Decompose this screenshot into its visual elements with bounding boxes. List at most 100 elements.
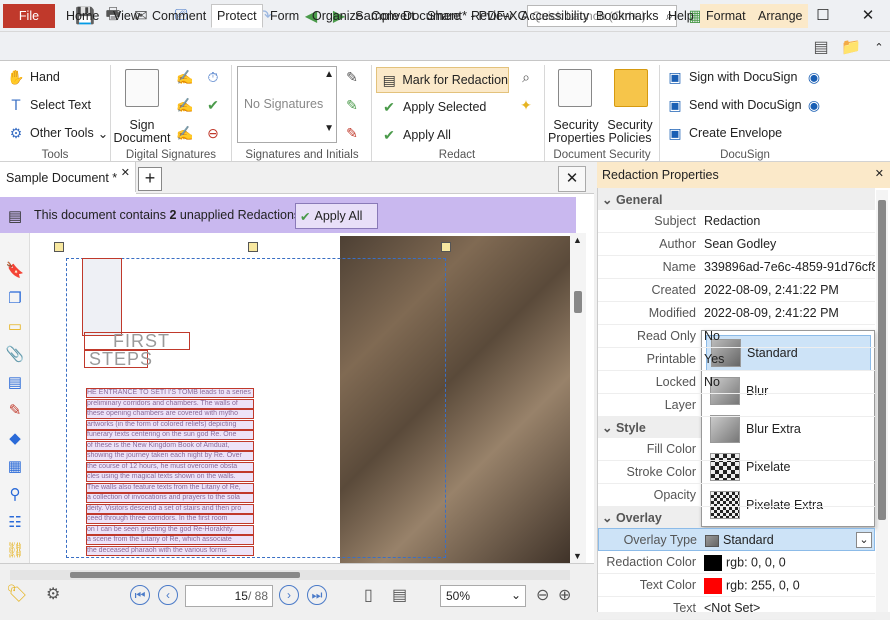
signature-place-icon[interactable]: ✎ <box>342 95 362 115</box>
body-line-redaction[interactable]: ceed through three corridors. In the fir… <box>86 514 254 524</box>
heading-redaction-1[interactable]: FIRST <box>84 332 190 350</box>
tab-convert[interactable]: Convert <box>365 4 421 28</box>
shield-icon[interactable] <box>614 69 648 107</box>
body-line-redaction[interactable]: the deceased pharaoh with the various fo… <box>86 545 254 556</box>
property-row[interactable]: Fill Color <box>598 438 875 461</box>
ribbon-folder-icon[interactable]: 📁 <box>840 36 862 58</box>
close-panel-icon[interactable]: ✕ <box>875 167 884 180</box>
docusign-refresh-icon[interactable]: ◉ <box>804 95 824 115</box>
property-value[interactable]: 2022-08-09, 2:41:22 PM <box>700 279 875 301</box>
property-value[interactable]: Yes <box>700 348 875 370</box>
body-line-redaction[interactable]: a collection of invocations and prayers … <box>86 493 254 503</box>
property-row[interactable]: Redaction Color rgb: 0, 0, 0 <box>598 551 875 574</box>
continuous-icon[interactable]: ▤ <box>392 585 407 605</box>
property-row[interactable]: Text Color rgb: 255, 0, 0 <box>598 574 875 597</box>
zoom-out-icon[interactable]: ⊖ <box>536 585 549 605</box>
content-icon[interactable]: ▤ <box>5 373 25 393</box>
tag-icon[interactable]: 🏷 <box>6 584 28 604</box>
hand-button[interactable]: ✋ Hand <box>6 67 60 87</box>
section-general[interactable]: ⌄ General <box>598 188 875 210</box>
tab-comment[interactable]: Comment <box>146 4 212 28</box>
property-row[interactable]: Name 339896ad-7e6c-4859-91d76cf8... <box>598 256 875 279</box>
property-value[interactable]: No <box>700 371 875 393</box>
sign-document-icon[interactable] <box>125 69 159 107</box>
signature-check-icon[interactable]: ✔ <box>203 95 223 115</box>
body-line-redaction[interactable]: artworks (in the form of colored reliefs… <box>86 419 254 430</box>
property-value[interactable] <box>700 484 875 506</box>
validate-signature-icon[interactable]: ✍ <box>175 67 195 87</box>
property-value[interactable] <box>700 438 875 460</box>
scroll-down-icon[interactable]: ▼ <box>573 551 582 561</box>
panel-scrollbar[interactable] <box>876 190 888 612</box>
create-envelope-button[interactable]: ▣ Create Envelope <box>665 123 782 143</box>
signature-remove-icon[interactable]: ⊖ <box>203 123 223 143</box>
body-line-redaction[interactable]: The walls also feature texts from the Li… <box>86 482 254 493</box>
property-row[interactable]: Locked No <box>598 371 875 394</box>
document-tab[interactable]: Sample Document * ✕ <box>0 162 136 192</box>
pages-icon[interactable]: ❐ <box>5 289 25 309</box>
property-value[interactable] <box>700 461 875 483</box>
timestamp-icon[interactable]: ⏱ <box>203 67 223 87</box>
body-line-redaction[interactable]: cles using the magical texts shown on th… <box>86 472 254 482</box>
body-line-redaction[interactable]: these opening chambers are covered with … <box>86 409 254 419</box>
tab-accessibility[interactable]: Accessibility <box>515 4 595 28</box>
tab-bookmarks[interactable]: Bookmarks <box>590 4 665 28</box>
security-properties-icon[interactable] <box>558 69 592 107</box>
banner-apply-all-button[interactable]: ✔ Apply All <box>295 203 378 229</box>
resize-handle[interactable] <box>54 242 64 252</box>
body-line-redaction[interactable]: of these is the New Kingdom Book of Amdu… <box>86 440 254 451</box>
property-value[interactable]: 2022-08-09, 2:41:22 PM <box>700 302 875 324</box>
next-page-button[interactable]: › <box>279 585 299 605</box>
panel-scroll-thumb[interactable] <box>878 200 886 520</box>
property-row[interactable]: Modified 2022-08-09, 2:41:22 PM <box>598 302 875 325</box>
signature-manage-icon[interactable]: ✎ <box>342 67 362 87</box>
mark-for-redaction-button[interactable]: ▤ Mark for Redaction <box>376 67 509 93</box>
resize-handle[interactable] <box>248 242 258 252</box>
property-row[interactable]: Opacity <box>598 484 875 507</box>
select-text-button[interactable]: Ｔ Select Text <box>6 95 91 115</box>
tab-protect[interactable]: Protect <box>211 4 263 28</box>
redaction-clean-icon[interactable]: ✦ <box>516 95 536 115</box>
scroll-thumb[interactable] <box>574 291 582 313</box>
property-value[interactable]: Standard <box>701 529 874 550</box>
body-line-redaction[interactable]: preliminary corridors and chambers. The … <box>86 398 254 409</box>
body-line-redaction[interactable]: the course of 12 hours, he must overcome… <box>86 461 254 472</box>
sign-docusign-button[interactable]: ▣ Sign with DocuSign <box>665 67 797 87</box>
property-row[interactable]: Stroke Color <box>598 461 875 484</box>
property-row[interactable]: Printable Yes <box>598 348 875 371</box>
apply-all-ribbon-button[interactable]: ✔ Apply All <box>379 125 451 145</box>
heading-redaction-2[interactable]: STEPS <box>84 350 152 368</box>
new-tab-button[interactable]: + <box>138 167 162 191</box>
comments-icon[interactable]: ▭ <box>5 317 25 337</box>
close-tab-icon[interactable]: ✕ <box>121 166 130 179</box>
property-row[interactable]: Created 2022-08-09, 2:41:22 PM <box>598 279 875 302</box>
tab-format[interactable]: Format <box>700 4 752 28</box>
tab-share[interactable]: Share <box>421 4 466 28</box>
apply-selected-button[interactable]: ✔ Apply Selected <box>379 97 486 117</box>
property-value[interactable]: <Not Set> <box>700 597 875 619</box>
zoom-in-icon[interactable]: ⊕ <box>558 585 571 605</box>
property-value[interactable]: Redaction <box>700 210 875 232</box>
ribbon-doc-icon[interactable]: ▤ <box>810 36 832 58</box>
property-row[interactable]: Read Only No <box>598 325 875 348</box>
drop-cap-redaction[interactable] <box>82 258 122 336</box>
signature-delete-icon[interactable]: ✎ <box>342 123 362 143</box>
layers-icon[interactable]: ◆ <box>5 429 25 449</box>
signature-add-icon[interactable]: ✍ <box>175 95 195 115</box>
tab-organize[interactable]: Organize <box>306 4 369 28</box>
body-line-redaction[interactable]: showing the journey taken each night by … <box>86 451 254 461</box>
security-policies-button[interactable]: Security Policies <box>604 119 656 145</box>
property-row[interactable]: Text <Not Set> <box>598 597 875 620</box>
scroll-up-icon[interactable]: ▲ <box>324 69 334 80</box>
tab-file[interactable]: File <box>3 4 55 28</box>
tab-arrange[interactable]: Arrange <box>752 4 809 28</box>
signature-list[interactable]: No Signatures ▲ ▼ <box>237 66 337 143</box>
links-icon[interactable]: ⛓ <box>5 541 25 561</box>
attachments-icon[interactable]: 📎 <box>5 345 25 365</box>
chevron-down-icon[interactable]: ⌄ <box>856 532 872 548</box>
color-swatch[interactable] <box>704 555 722 571</box>
send-docusign-button[interactable]: ▣ Send with DocuSign <box>665 95 801 115</box>
other-tools-button[interactable]: ⚙ Other Tools ⌄ <box>6 123 108 143</box>
horizontal-scrollbar[interactable] <box>10 570 570 580</box>
scroll-up-icon[interactable]: ▲ <box>573 235 582 245</box>
